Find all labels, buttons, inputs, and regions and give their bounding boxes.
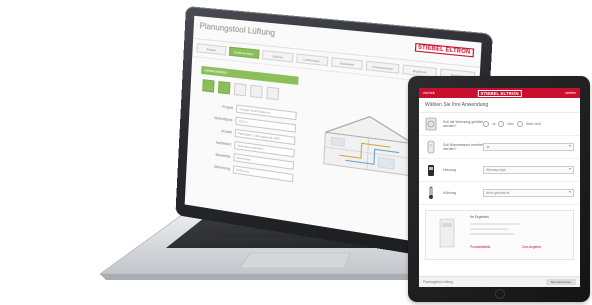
product-composition: Planungstool Lüftung STIEBEL ELTRON Proj… — [0, 0, 592, 305]
tab-lueftung[interactable]: Lüftung — [261, 49, 294, 63]
question-row: Soll die Wohnung gelüftet werden? Ja Nei… — [419, 113, 580, 136]
product-image-icon — [439, 218, 455, 248]
tablet-header: zurück STIEBEL ELTRON weiter — [419, 88, 580, 98]
thermometer-icon — [429, 186, 433, 199]
brand-logo[interactable]: STIEBEL ELTRON — [477, 90, 522, 97]
tab-komponenten[interactable]: Komponenten — [366, 60, 400, 74]
back-link[interactable]: zurück — [423, 90, 435, 95]
select-wrapper: Nicht gewünscht — [483, 189, 574, 197]
question-row: Soll Warmwasser bereitet werden? Ja — [419, 136, 580, 159]
ventilation-unit-icon — [425, 117, 437, 131]
building-data-form: Gebäudedaten Projekt Vorlage 1000 Refere… — [196, 65, 299, 187]
house-type-option-icon[interactable] — [233, 82, 247, 97]
warm-water-select[interactable]: Ja — [483, 143, 574, 151]
house-type-option-icon[interactable] — [202, 79, 215, 93]
next-link[interactable]: weiter — [565, 90, 576, 95]
question-label: Heizung — [443, 167, 456, 172]
boiler-icon — [428, 165, 434, 176]
house-type-option-icon[interactable] — [266, 86, 280, 101]
tab-projekt[interactable]: Projekt — [196, 43, 227, 56]
form-label: Anzahl — [221, 129, 233, 135]
tab-luftmengen[interactable]: Luftmengen — [295, 53, 328, 67]
product-details-link[interactable]: Produktdetails — [470, 245, 490, 249]
result-line — [470, 233, 514, 235]
result-title: Ihr Ergebnis — [470, 215, 489, 219]
question-label: Soll Warmwasser bereitet werden? — [443, 142, 483, 152]
home-button-icon[interactable] — [495, 289, 505, 299]
select-wrapper: Wärmepumpe — [483, 166, 574, 174]
question-row: Kühlung Nicht gewünscht — [419, 182, 580, 205]
tab-gebaeudedaten[interactable]: Gebäudedaten — [228, 46, 260, 59]
water-heater-icon — [427, 140, 435, 154]
brand-logo[interactable]: STIEBEL ELTRON — [414, 42, 475, 58]
radio-button[interactable] — [516, 121, 523, 127]
result-line — [470, 223, 520, 225]
radio-label: Nein — [507, 122, 514, 126]
form-label: Projekt — [222, 104, 234, 111]
radio-group: Ja Nein Weiß nicht — [483, 121, 574, 127]
recalculate-button[interactable]: Neu berechnen — [546, 279, 576, 285]
question-row: Heizung Wärmepumpe — [419, 159, 580, 182]
page-title: Wählen Sie Ihre Anwendung — [419, 98, 580, 113]
radio-label: Ja — [492, 122, 496, 126]
house-type-option-icon[interactable] — [217, 80, 231, 95]
form-label: Dämmung — [213, 164, 231, 171]
question-label: Soll die Wohnung gelüftet werden? — [443, 119, 483, 129]
tab-kanalnetz[interactable]: Kanalnetz — [330, 57, 364, 70]
radio-button[interactable] — [483, 121, 489, 127]
cooling-select[interactable]: Nicht gewünscht — [483, 189, 574, 197]
heating-select[interactable]: Wärmepumpe — [483, 166, 574, 174]
footer-label: Planungstool Lüftung — [423, 280, 453, 284]
radio-label: Weiß nicht — [525, 122, 541, 126]
select-wrapper: Ja — [483, 143, 574, 151]
offer-link[interactable]: Zum Angebot — [522, 245, 541, 249]
result-line — [470, 228, 508, 230]
question-label: Kühlung — [443, 190, 456, 195]
house-type-option-icon[interactable] — [249, 84, 263, 99]
result-panel: Ihr Ergebnis Produktdetails Zum Angebot — [425, 210, 574, 260]
tablet: zurück STIEBEL ELTRON weiter Wählen Sie … — [408, 76, 590, 302]
form-label: Aufstellort — [215, 140, 232, 147]
tablet-footer: Planungstool Lüftung Neu berechnen — [419, 276, 580, 287]
tablet-screen: zurück STIEBEL ELTRON weiter Wählen Sie … — [419, 88, 580, 287]
form-label: Bauweise — [215, 152, 231, 159]
radio-button[interactable] — [498, 121, 505, 127]
app-title: Planungstool Lüftung — [199, 21, 276, 38]
form-label: Wohnfläche — [214, 115, 233, 123]
